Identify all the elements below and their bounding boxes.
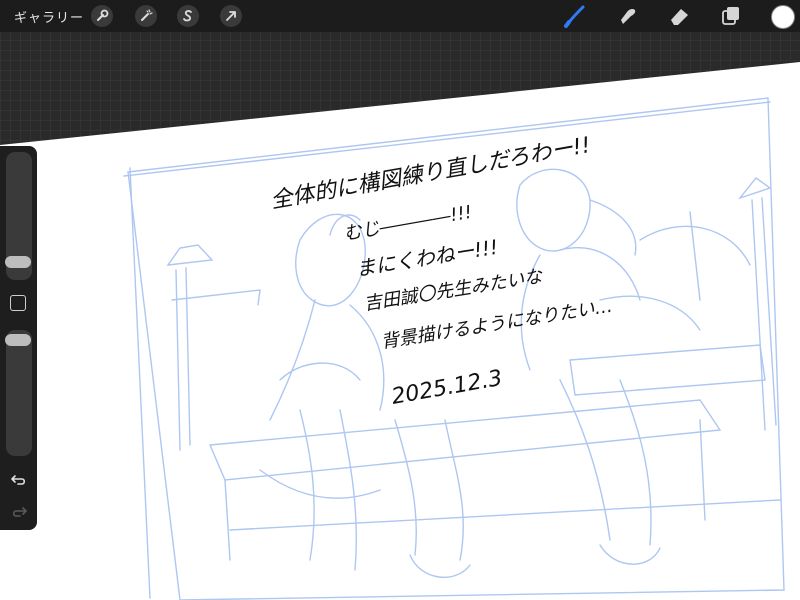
undo-button[interactable] <box>9 472 29 488</box>
top-toolbar: ギャラリー <box>0 0 800 32</box>
selection-button[interactable] <box>177 5 199 27</box>
left-sidebar <box>0 146 37 530</box>
opacity-slider[interactable] <box>5 330 32 456</box>
layers-button[interactable] <box>719 4 743 28</box>
smudge-button[interactable] <box>615 4 639 28</box>
brush-size-thumb[interactable] <box>5 256 31 268</box>
modify-square-icon[interactable] <box>10 295 26 311</box>
eraser-icon <box>671 9 688 25</box>
opacity-thumb[interactable] <box>5 334 31 346</box>
gallery-button[interactable]: ギャラリー <box>14 7 84 26</box>
drawing-canvas[interactable]: 全体的に構図練り直しだろわー!! むじ――――!!! まにくわねー!!! 吉田誠… <box>0 0 800 600</box>
wrench-icon <box>97 9 109 21</box>
actions-button[interactable] <box>91 5 113 27</box>
arrow-cursor-icon <box>226 11 236 21</box>
color-swatch-button[interactable] <box>771 5 795 29</box>
undo-icon <box>11 475 26 485</box>
layers-icon <box>722 7 739 25</box>
redo-button[interactable] <box>9 504 29 520</box>
magic-wand-icon <box>141 9 153 21</box>
brush-size-slider[interactable] <box>5 152 32 280</box>
eraser-button[interactable] <box>667 4 691 28</box>
brush-icon <box>564 5 585 28</box>
smudge-icon <box>621 8 636 24</box>
redo-icon <box>12 507 27 517</box>
selection-s-icon <box>183 10 192 22</box>
transform-button[interactable] <box>220 5 242 27</box>
adjustments-button[interactable] <box>135 5 157 27</box>
brush-button[interactable] <box>563 4 587 28</box>
